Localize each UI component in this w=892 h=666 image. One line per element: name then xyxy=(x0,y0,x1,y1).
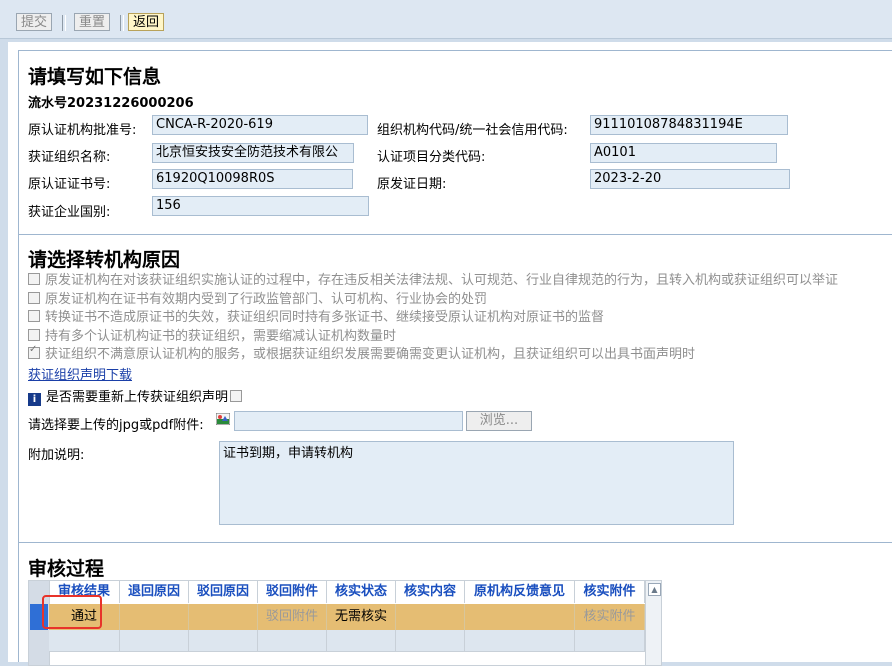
empty-cell xyxy=(396,630,465,652)
field-label: 原认证证书号: xyxy=(28,177,111,192)
upload-path-input[interactable] xyxy=(234,411,463,431)
toolbar: 提交 重置 返回 xyxy=(0,0,892,39)
grid-scrollbar[interactable]: ▲ xyxy=(645,581,661,665)
reason-option[interactable]: 持有多个认证机构证书的获证组织，需要缩减认证机构数量时 xyxy=(28,325,396,344)
project-code-field[interactable]: A0101 xyxy=(590,143,777,163)
note-label: 附加说明: xyxy=(28,448,85,463)
empty-cell xyxy=(258,630,327,652)
scroll-up-icon[interactable]: ▲ xyxy=(648,583,661,596)
reject-attachment-link[interactable]: 驳回附件 xyxy=(258,604,327,630)
reupload-checkbox[interactable] xyxy=(230,390,243,402)
column-header[interactable]: 核实状态 xyxy=(327,581,396,603)
reason-option[interactable]: 转换证书不造成原证书的失效，获证组织同时持有多张证书、继续接受原认证机构对原证书… xyxy=(28,306,604,325)
empty-cell xyxy=(120,630,189,652)
info-title: 请填写如下信息 xyxy=(28,67,162,88)
approval-number-field[interactable]: CNCA-R-2020-619 xyxy=(152,115,368,135)
issue-date-field[interactable]: 2023-2-20 xyxy=(590,169,790,189)
verify-status-cell: 无需核实 xyxy=(327,604,396,630)
toolbar-separator xyxy=(120,15,124,31)
reason-title: 请选择转机构原因 xyxy=(28,250,181,271)
form-page: 请填写如下信息 流水号20231226000206 原认证机构批准号: CNCA… xyxy=(8,42,892,666)
browse-button[interactable]: 浏览... xyxy=(466,411,532,431)
back-button[interactable]: 返回 xyxy=(128,13,165,31)
reason-option[interactable]: 获证组织不满意原认证机构的服务，或根据获证组织发展需要确需变更认证机构，且获证组… xyxy=(28,343,695,362)
organization-name-field[interactable]: 北京恒安技安全防范技术有限公 xyxy=(152,143,354,163)
reason-checkbox[interactable] xyxy=(28,329,40,341)
reason-checkbox[interactable] xyxy=(28,273,40,285)
statement-download-link[interactable]: 获证组织声明下载 xyxy=(28,364,132,383)
empty-cell xyxy=(49,630,120,652)
reset-button[interactable]: 重置 xyxy=(74,13,111,31)
image-file-icon xyxy=(215,412,231,426)
field-label: 获证企业国别: xyxy=(28,205,111,220)
verify-content-cell xyxy=(396,604,465,630)
reason-checkbox-checked[interactable] xyxy=(28,344,40,359)
reject-reason-cell xyxy=(189,604,258,630)
note-textarea[interactable]: 证书到期，申请转机构 xyxy=(219,441,734,525)
info-icon: i xyxy=(28,393,41,406)
return-reason-cell xyxy=(120,604,189,630)
field-label: 组织机构代码/统一社会信用代码: xyxy=(377,123,568,138)
serial-number: 流水号20231226000206 xyxy=(28,96,194,111)
certificate-number-field[interactable]: 61920Q10098R0S xyxy=(152,169,353,189)
field-label: 认证项目分类代码: xyxy=(377,150,486,165)
reason-option[interactable]: 原发证机构在对该获证组织实施认证的过程中，存在违反相关法律法规、认可规范、行业自… xyxy=(28,269,838,288)
column-header[interactable]: 驳回原因 xyxy=(189,581,258,603)
reason-checkbox[interactable] xyxy=(28,292,40,304)
reason-option[interactable]: 原发证机构在证书有效期内受到了行政监管部门、认可机构、行业协会的处罚 xyxy=(28,288,487,307)
empty-cell xyxy=(327,630,396,652)
reupload-label: 是否需要重新上传获证组织声明 xyxy=(46,390,229,405)
country-field[interactable]: 156 xyxy=(152,196,369,216)
column-header[interactable]: 核实附件 xyxy=(575,581,645,603)
column-header[interactable]: 核实内容 xyxy=(396,581,465,603)
review-grid: 审核结果 退回原因 驳回原因 驳回附件 核实状态 核实内容 原机构反馈意见 核实… xyxy=(28,580,662,666)
field-label: 原认证机构批准号: xyxy=(28,123,137,138)
verify-attachment-link[interactable]: 核实附件 xyxy=(575,604,645,630)
upload-label: 请选择要上传的jpg或pdf附件: xyxy=(28,418,204,433)
column-header[interactable]: 原机构反馈意见 xyxy=(465,581,575,603)
reason-checkbox[interactable] xyxy=(28,310,40,322)
empty-cell xyxy=(189,630,258,652)
column-header[interactable]: 退回原因 xyxy=(120,581,189,603)
empty-cell xyxy=(575,630,645,652)
feedback-cell xyxy=(465,604,575,630)
review-title: 审核过程 xyxy=(28,559,105,580)
highlight-box xyxy=(42,595,102,629)
column-header[interactable]: 驳回附件 xyxy=(258,581,327,603)
credit-code-field[interactable]: 91110108784831194E xyxy=(590,115,788,135)
empty-cell xyxy=(465,630,575,652)
field-label: 获证组织名称: xyxy=(28,150,111,165)
field-label: 原发证日期: xyxy=(377,177,447,192)
reupload-row: i 是否需要重新上传获证组织声明 xyxy=(28,386,247,406)
toolbar-separator xyxy=(62,15,66,31)
submit-button[interactable]: 提交 xyxy=(16,13,53,31)
